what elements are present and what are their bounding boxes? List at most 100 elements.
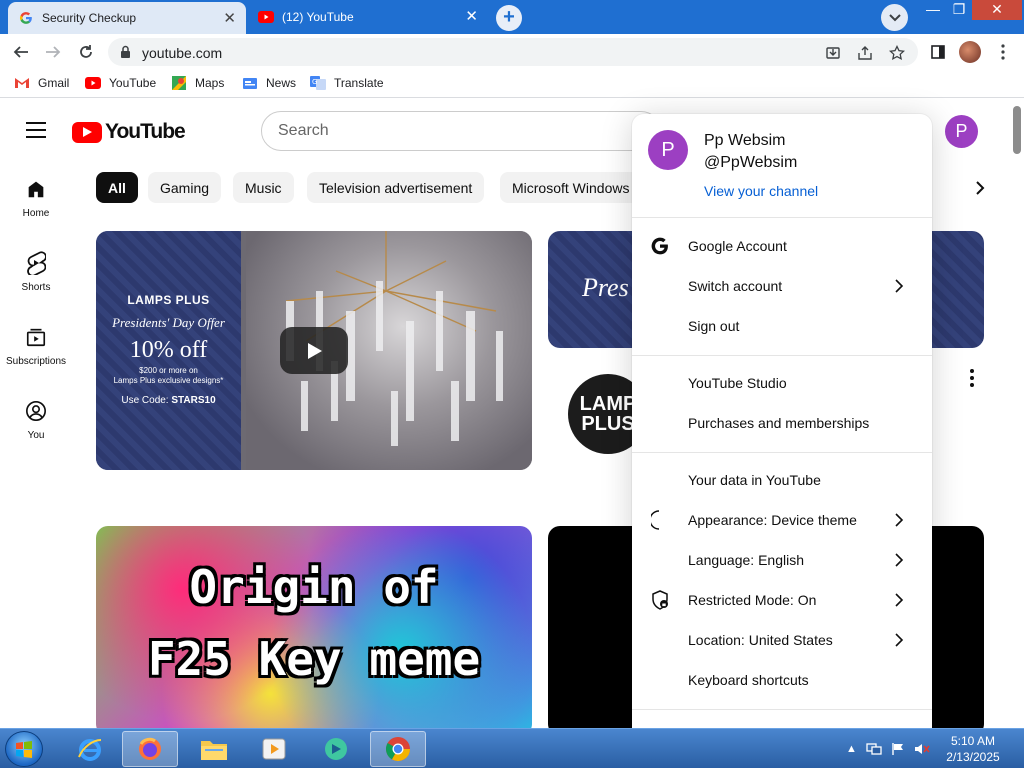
guide-menu-button[interactable]: [26, 122, 46, 138]
bookmark-news[interactable]: News: [242, 76, 296, 90]
account-avatar-button[interactable]: P: [945, 115, 978, 148]
ad-brand: LAMPS PLUS: [127, 293, 210, 307]
subscriptions-icon: [0, 324, 72, 350]
sidenav-home[interactable]: Home: [0, 176, 72, 219]
system-clock[interactable]: 5:10 AM 2/13/2025: [940, 733, 1006, 765]
install-icon[interactable]: [824, 44, 842, 62]
side-panel-icon[interactable]: [927, 41, 949, 63]
menu-item-google-account[interactable]: Google Account: [632, 226, 932, 266]
share-icon[interactable]: [856, 44, 874, 62]
taskbar-app[interactable]: [308, 731, 364, 767]
video-thumbnail-f25-meme[interactable]: Origin of F25 Key meme: [96, 526, 532, 728]
volume-muted-icon[interactable]: [914, 729, 930, 768]
shorts-icon: [0, 250, 72, 276]
windows-logo-icon: [16, 741, 32, 758]
tab-security-checkup[interactable]: Security Checkup ✕: [8, 2, 246, 34]
restore-button[interactable]: ❐: [944, 0, 974, 20]
sidenav-shorts[interactable]: Shorts: [0, 250, 72, 293]
menu-item-appearance[interactable]: Appearance: Device theme: [632, 500, 932, 540]
chip-music[interactable]: Music: [233, 172, 294, 203]
chrome-menu-icon[interactable]: [992, 41, 1014, 63]
youtube-wordmark: YouTube: [105, 120, 186, 143]
start-button[interactable]: [5, 731, 43, 767]
page-scrollbar[interactable]: [1010, 98, 1024, 728]
bookmark-gmail[interactable]: Gmail: [14, 76, 69, 90]
menu-divider: [632, 709, 932, 710]
location-icon: [648, 628, 672, 652]
menu-item-purchases[interactable]: Purchases and memberships: [632, 403, 932, 443]
tab-title: Security Checkup: [42, 11, 137, 25]
chip-television-advertisement[interactable]: Television advertisement: [307, 172, 485, 203]
bookmark-maps[interactable]: Maps: [171, 76, 224, 90]
taskbar-internet-explorer[interactable]: [62, 731, 118, 767]
bookmark-translate[interactable]: G Translate: [310, 76, 384, 90]
sidenav-you[interactable]: You: [0, 398, 72, 441]
sign-out-icon: [648, 314, 672, 338]
new-tab-button[interactable]: +: [496, 5, 522, 31]
maps-icon: [171, 76, 187, 90]
back-button[interactable]: [10, 41, 32, 63]
ad-fine-print: Lamps Plus exclusive designs*: [113, 376, 224, 385]
sidenav-subscriptions[interactable]: Subscriptions: [0, 324, 72, 367]
youtube-play-icon: [72, 121, 102, 143]
video-thumbnail-lamps-ad[interactable]: LAMPS PLUS Presidents' Day Offer 10% off…: [96, 231, 532, 470]
chip-all[interactable]: All: [96, 172, 138, 203]
bookmark-label: Maps: [195, 76, 225, 90]
account-menu-header: P Pp Websim @PpWebsim View your channel: [632, 114, 932, 218]
chevron-right-icon[interactable]: [970, 178, 990, 198]
google-icon: [648, 234, 672, 258]
action-center-flag-icon[interactable]: [891, 729, 905, 768]
windows-taskbar: ▲ 5:10 AM 2/13/2025: [0, 728, 1024, 768]
ad-discount: 10% off: [129, 337, 208, 363]
scrollbar-thumb[interactable]: [1013, 106, 1021, 154]
menu-item-location[interactable]: Location: United States: [632, 620, 932, 660]
clock-date: 2/13/2025: [946, 750, 1000, 764]
network-icon[interactable]: [866, 729, 882, 768]
menu-item-label: Purchases and memberships: [688, 415, 870, 431]
menu-item-switch-account[interactable]: Switch account: [632, 266, 932, 306]
menu-item-your-data[interactable]: Your data in YouTube: [632, 460, 932, 500]
gmail-icon: [14, 76, 30, 90]
youtube-icon: [85, 76, 101, 90]
chip-microsoft-windows[interactable]: Microsoft Windows: [500, 172, 640, 203]
reload-button[interactable]: [75, 41, 97, 63]
chevron-right-icon: [895, 633, 904, 647]
taskbar-file-explorer[interactable]: [186, 731, 242, 767]
view-channel-link[interactable]: View your channel: [704, 183, 818, 199]
taskbar-chrome[interactable]: [370, 731, 426, 767]
close-window-button[interactable]: ✕: [972, 0, 1022, 20]
search-input[interactable]: Search: [261, 111, 661, 151]
close-tab-icon[interactable]: ✕: [223, 11, 236, 26]
menu-item-language[interactable]: Language: English: [632, 540, 932, 580]
chrome-profile-avatar[interactable]: [959, 41, 981, 63]
menu-item-restricted-mode[interactable]: Restricted Mode: On: [632, 580, 932, 620]
purchases-icon: [648, 411, 672, 435]
tab-youtube[interactable]: (12) YouTube ✕: [248, 0, 488, 34]
bookmark-youtube[interactable]: YouTube: [85, 76, 156, 90]
ad-code: STARS10: [171, 395, 216, 406]
close-tab-icon[interactable]: ✕: [465, 9, 478, 24]
browser-title-bar: Security Checkup ✕ (12) YouTube ✕ + — ❐ …: [0, 0, 1024, 34]
ad-code-prefix: Use Code:: [121, 395, 172, 406]
tab-search-button[interactable]: [881, 4, 908, 31]
address-bar[interactable]: youtube.com: [108, 38, 918, 66]
chip-gaming[interactable]: Gaming: [148, 172, 222, 203]
lock-icon: [121, 45, 130, 58]
ad-text-panel: LAMPS PLUS Presidents' Day Offer 10% off…: [96, 231, 241, 470]
taskbar-media-player[interactable]: [246, 731, 302, 767]
youtube-logo[interactable]: YouTube: [72, 120, 186, 144]
play-button[interactable]: [280, 327, 348, 374]
menu-item-youtube-studio[interactable]: YouTube Studio: [632, 363, 932, 403]
menu-item-keyboard-shortcuts[interactable]: Keyboard shortcuts: [632, 660, 932, 700]
taskbar-firefox[interactable]: [122, 731, 178, 767]
thumbnail-text: Origin of: [189, 560, 439, 614]
svg-text:G: G: [312, 78, 317, 86]
bookmark-star-icon[interactable]: [888, 44, 906, 62]
forward-button[interactable]: [42, 41, 64, 63]
menu-item-sign-out[interactable]: Sign out: [632, 306, 932, 346]
show-hidden-icons[interactable]: ▲: [846, 729, 857, 768]
account-menu-avatar: P: [648, 130, 688, 170]
clock-time: 5:10 AM: [950, 734, 996, 748]
more-options-icon[interactable]: [966, 368, 978, 388]
youtube-icon: [258, 9, 274, 25]
